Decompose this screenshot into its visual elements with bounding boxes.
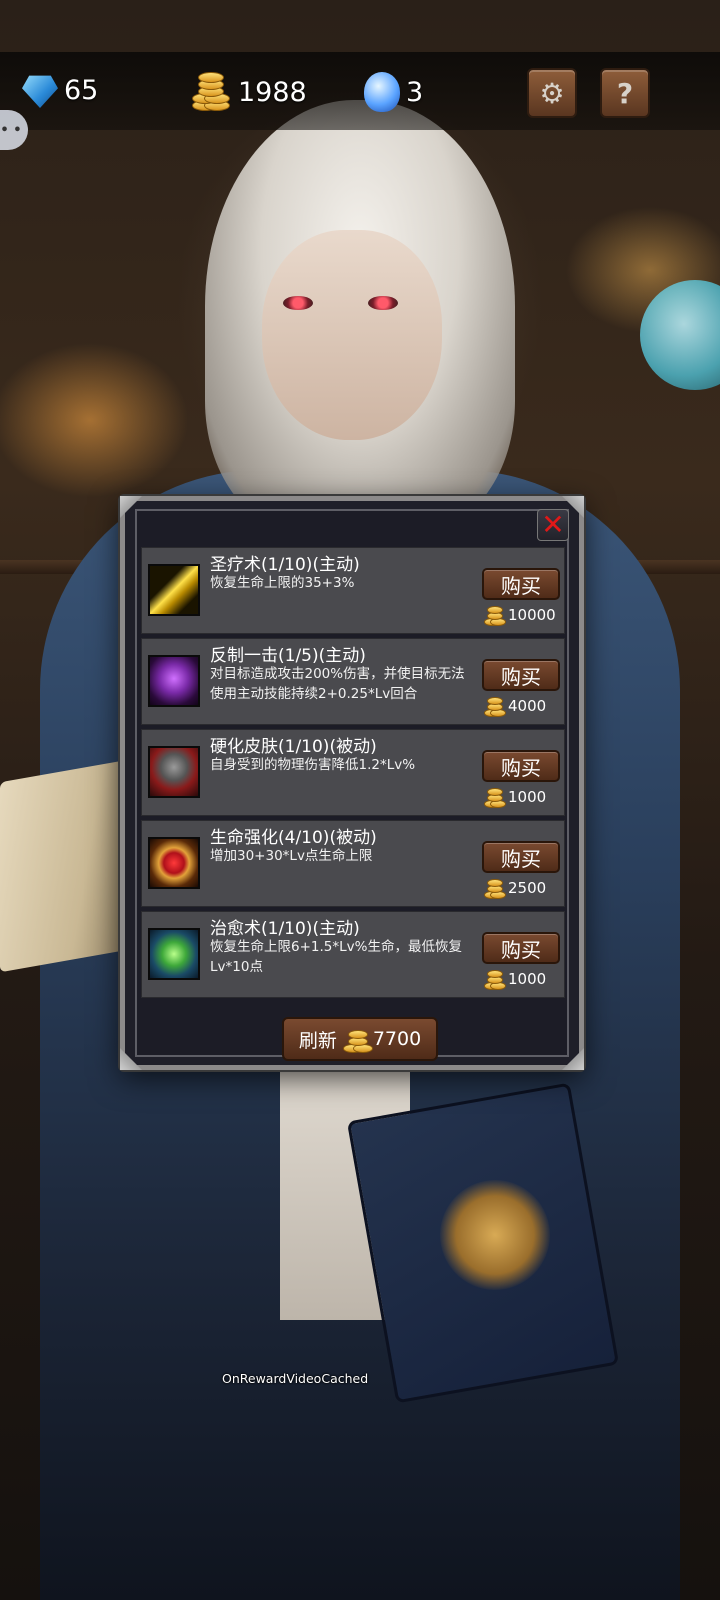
close-icon: ✕ xyxy=(541,508,565,541)
skill-price: 4000 xyxy=(482,695,546,717)
buy-button[interactable]: 购买 xyxy=(482,568,560,600)
purple-demon-icon xyxy=(148,655,200,707)
buy-button[interactable]: 购买 xyxy=(482,932,560,964)
golden-light-slash-icon xyxy=(148,564,200,616)
price-value: 10000 xyxy=(508,606,556,624)
skill-row: 治愈术(1/10)(主动) 恢复生命上限6+1.5*Lv%生命，最低恢复Lv*1… xyxy=(141,911,565,998)
skill-row: 反制一击(1/5)(主动) 对目标造成攻击200%伤害，并使目标无法使用主动技能… xyxy=(141,638,565,725)
refresh-price: 7700 xyxy=(372,1028,422,1050)
character-eye-left xyxy=(283,296,313,310)
gold-coin-icon xyxy=(482,786,506,808)
skill-shop-panel: ✕ 圣疗术(1/10)(主动) 恢复生命上限的35+3% 购买 10000 反制… xyxy=(120,496,584,1070)
gold-coin-icon xyxy=(482,968,506,990)
gold-coin-icon xyxy=(341,1024,373,1054)
skill-name: 反制一击(1/5)(主动) xyxy=(210,646,366,666)
crystal-icon xyxy=(364,72,400,112)
skill-price: 2500 xyxy=(482,877,546,899)
armored-knight-icon xyxy=(148,746,200,798)
green-leaf-icon xyxy=(148,928,200,980)
close-button[interactable]: ✕ xyxy=(537,509,569,541)
skill-name: 硬化皮肤(1/10)(被动) xyxy=(210,737,377,757)
gear-icon: ⚙ xyxy=(539,76,565,110)
gem-icon xyxy=(22,75,58,108)
buy-button[interactable]: 购买 xyxy=(482,841,560,873)
price-value: 4000 xyxy=(508,697,547,715)
help-button[interactable]: ? xyxy=(600,68,650,118)
skill-name: 治愈术(1/10)(主动) xyxy=(210,919,360,939)
refresh-button[interactable]: 刷新 7700 xyxy=(282,1017,438,1061)
gem-count: 65 xyxy=(64,74,99,106)
question-mark-icon: ? xyxy=(616,76,634,110)
buy-button[interactable]: 购买 xyxy=(482,750,560,782)
crystal-count: 3 xyxy=(406,76,424,108)
gold-coin-icon xyxy=(482,695,506,717)
refresh-label: 刷新 xyxy=(298,1029,337,1052)
price-value: 1000 xyxy=(508,970,547,988)
price-value: 1000 xyxy=(508,788,547,806)
skill-description: 自身受到的物理伤害降低1.2*Lv% xyxy=(210,757,416,773)
gold-coin-icon xyxy=(482,877,506,899)
skill-row: 圣疗术(1/10)(主动) 恢复生命上限的35+3% 购买 10000 xyxy=(141,547,565,634)
skill-row: 硬化皮肤(1/10)(被动) 自身受到的物理伤害降低1.2*Lv% 购买 100… xyxy=(141,729,565,816)
gold-coin-icon xyxy=(188,72,232,112)
crystal-counter: 3 xyxy=(364,72,423,112)
skill-name: 生命强化(4/10)(被动) xyxy=(210,828,377,848)
skill-description: 对目标造成攻击200%伤害，并使目标无法使用主动技能持续2+0.25*Lv回合 xyxy=(210,666,465,702)
buy-button[interactable]: 购买 xyxy=(482,659,560,691)
open-book xyxy=(0,757,140,973)
skill-price: 1000 xyxy=(482,786,546,808)
skill-description: 恢复生命上限的35+3% xyxy=(210,575,355,591)
character-eye-right xyxy=(368,296,398,310)
price-value: 2500 xyxy=(508,879,547,897)
debug-text: OnRewardVideoCached xyxy=(222,1371,369,1386)
skill-description: 恢复生命上限6+1.5*Lv%生命，最低恢复Lv*10点 xyxy=(210,939,462,975)
gold-count: 1988 xyxy=(238,76,307,108)
skill-description: 增加30+30*Lv点生命上限 xyxy=(210,848,373,864)
glowing-orb xyxy=(640,280,720,390)
skill-name: 圣疗术(1/10)(主动) xyxy=(210,555,360,575)
skill-price: 1000 xyxy=(482,968,546,990)
heart-icon xyxy=(148,837,200,889)
resource-bar: 65 1988 3 ⚙ ? xyxy=(0,52,720,130)
gold-counter: 1988 xyxy=(188,72,307,112)
skill-row: 生命强化(4/10)(被动) 增加30+30*Lv点生命上限 购买 2500 xyxy=(141,820,565,907)
character-face xyxy=(262,230,442,440)
gem-counter: 65 xyxy=(22,72,98,108)
skill-price: 10000 xyxy=(482,604,556,626)
gold-coin-icon xyxy=(482,604,506,626)
settings-button[interactable]: ⚙ xyxy=(527,68,577,118)
